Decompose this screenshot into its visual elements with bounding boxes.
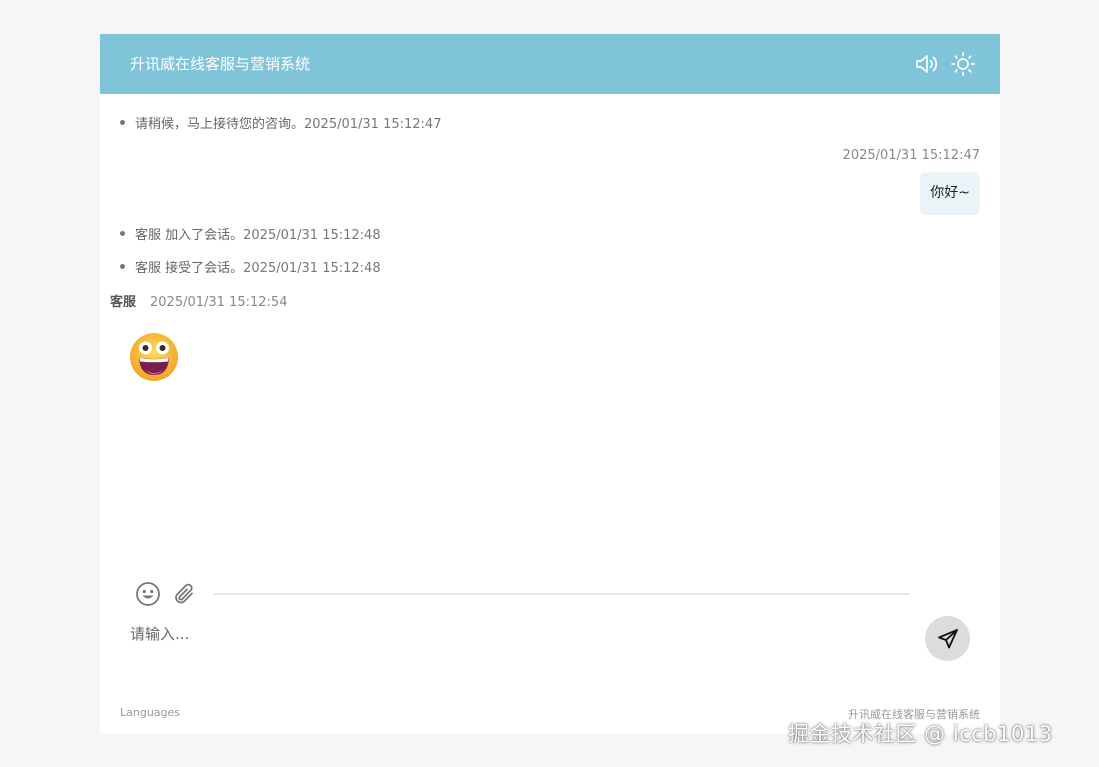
- grinning-face-emoji-icon: [128, 331, 180, 383]
- system-message: 客服 接受了会话。2025/01/31 15:12:48: [120, 260, 381, 278]
- chat-title: 升讯威在线客服与营销系统: [130, 55, 311, 73]
- system-message-time: 2025/01/31 15:12:48: [243, 228, 381, 243]
- languages-link[interactable]: Languages: [120, 706, 180, 719]
- system-message-text: 客服 加入了会话。: [135, 228, 244, 243]
- system-message-text: 请稍候，马上接待您的咨询。: [135, 117, 305, 132]
- bullet-icon: [120, 120, 125, 125]
- watermark: 掘金技术社区 @ iccb1013: [788, 722, 1053, 746]
- send-button[interactable]: [925, 616, 970, 661]
- user-message-bubble: 你好~: [920, 172, 980, 215]
- message-list[interactable]: 请稍候，马上接待您的咨询。2025/01/31 15:12:47 2025/01…: [100, 94, 1000, 594]
- system-message-text: 客服 接受了会话。: [135, 261, 244, 276]
- system-message: 客服 加入了会话。2025/01/31 15:12:48: [120, 227, 381, 245]
- send-icon: [937, 628, 958, 648]
- composer-divider: [214, 593, 910, 595]
- bullet-icon: [120, 231, 125, 236]
- agent-message-header: 客服 2025/01/31 15:12:54: [110, 294, 287, 312]
- system-message-time: 2025/01/31 15:12:47: [304, 117, 442, 132]
- paperclip-icon[interactable]: [171, 581, 197, 607]
- system-message: 请稍候，马上接待您的咨询。2025/01/31 15:12:47: [120, 116, 441, 134]
- chat-header: 升讯威在线客服与营销系统: [100, 34, 1000, 94]
- message-input[interactable]: [130, 622, 910, 646]
- agent-message-time: 2025/01/31 15:12:54: [150, 295, 288, 310]
- bullet-icon: [120, 264, 125, 269]
- speaker-icon[interactable]: [914, 51, 940, 77]
- agent-name: 客服: [110, 295, 137, 310]
- composer-toolbar: [135, 580, 197, 608]
- chat-window: 升讯威在线客服与营销系统 请稍候，马上接待您的咨询。2025/01/31 15:…: [100, 34, 1000, 734]
- system-message-time: 2025/01/31 15:12:48: [243, 261, 381, 276]
- user-message-time: 2025/01/31 15:12:47: [842, 148, 980, 163]
- sun-icon[interactable]: [950, 51, 976, 77]
- smiley-icon[interactable]: [135, 581, 161, 607]
